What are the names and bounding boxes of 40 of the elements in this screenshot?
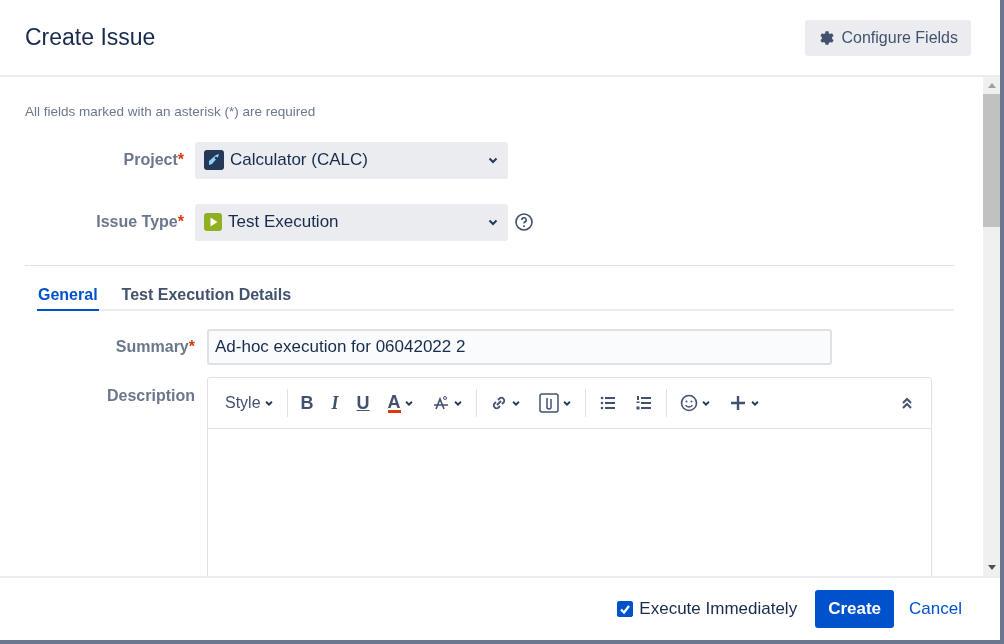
tab[interactable]: General <box>37 280 99 311</box>
required-fields-note: All fields marked with an asterisk (*) are required <box>25 104 317 119</box>
format-button[interactable]: I <box>325 388 345 418</box>
summary-field[interactable]: Ad-hoc execution for 06042022 2 <box>207 329 832 365</box>
plus-icon <box>728 394 747 412</box>
rocket-icon <box>204 150 224 170</box>
chevron-down-icon <box>700 398 711 408</box>
description-label: Description <box>106 386 196 405</box>
scrollbar[interactable] <box>983 77 1000 576</box>
format-button[interactable]: U <box>350 388 376 418</box>
tab[interactable]: Test Execution Details <box>120 280 293 311</box>
cancel-link[interactable]: Cancel <box>909 599 962 619</box>
configure-fields-button[interactable]: Configure Fields <box>804 19 971 56</box>
chevron-down-icon <box>510 398 521 408</box>
project-select[interactable]: Calculator (CALC) <box>195 141 508 179</box>
bullet-list-icon <box>598 394 617 412</box>
chevron-down-icon <box>403 398 414 408</box>
collapse-icon <box>900 396 914 410</box>
scroll-down-icon[interactable] <box>986 564 997 572</box>
summary-label: Summary* <box>114 338 196 356</box>
chevron-down-icon <box>561 398 572 408</box>
format-button[interactable]: B <box>294 388 320 418</box>
issue-type-select[interactable]: Test Execution <box>195 203 508 241</box>
project-label: Project* <box>122 151 185 169</box>
text-color-button[interactable]: A <box>381 389 420 417</box>
play-icon <box>204 213 222 231</box>
execute-immediately-checkbox[interactable]: Execute Immediately <box>617 599 798 619</box>
style-dropdown[interactable]: Style <box>219 390 280 416</box>
help-icon[interactable] <box>514 212 534 232</box>
attachment-icon <box>538 393 559 413</box>
numbered-list-icon <box>634 394 653 412</box>
text-effects-icon <box>431 394 450 412</box>
issue-type-label: Issue Type* <box>95 213 185 231</box>
chevron-down-icon <box>749 398 760 408</box>
chevron-down-icon <box>263 398 274 408</box>
create-button[interactable]: Create <box>815 590 895 628</box>
checkmark-icon <box>619 603 632 615</box>
emoji-icon <box>679 394 698 412</box>
chevron-down-icon <box>452 398 463 408</box>
dialog-title: Create Issue <box>25 24 156 51</box>
